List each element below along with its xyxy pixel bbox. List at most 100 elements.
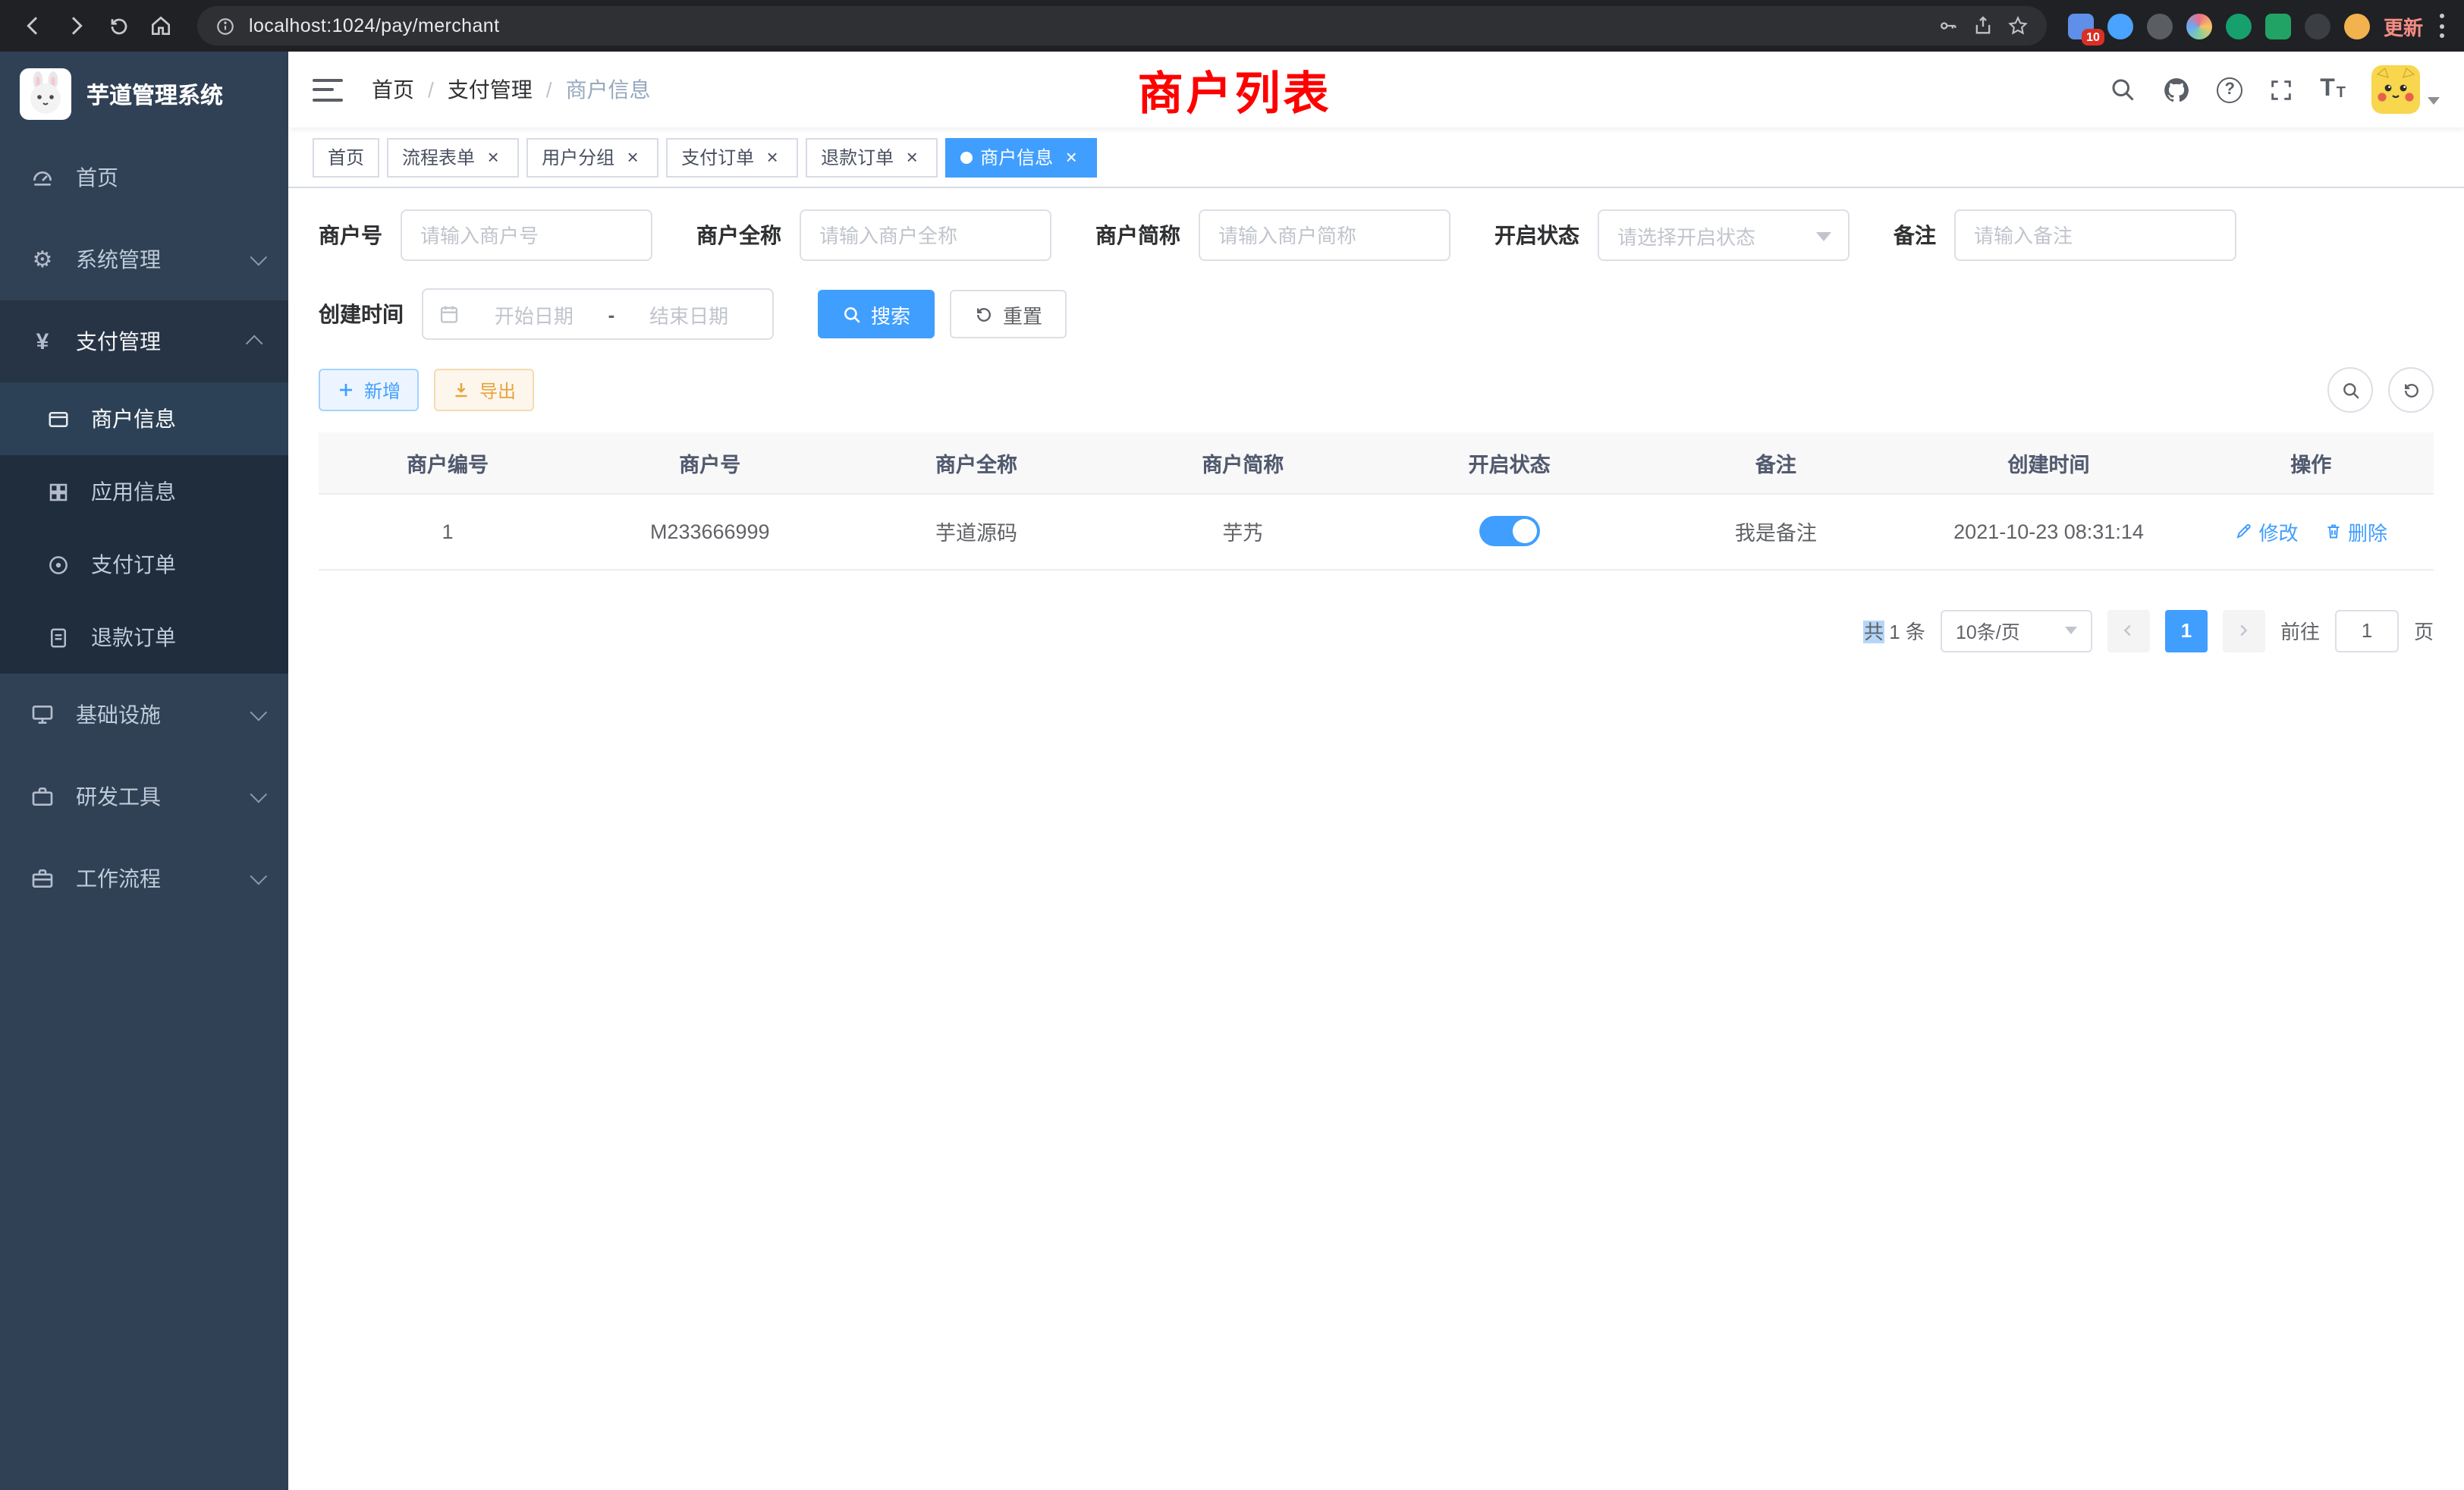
help-icon[interactable]: ? (2217, 77, 2242, 102)
goto-page-input[interactable] (2335, 609, 2399, 652)
page-number-1[interactable]: 1 (2165, 609, 2208, 652)
end-date-placeholder[interactable]: 结束日期 (621, 300, 757, 328)
pagination: 共 1 条 10条/页 1 前往 页 (319, 609, 2434, 652)
fullscreen-icon[interactable] (2268, 77, 2294, 102)
cell-merchant-no: M233666999 (577, 493, 843, 569)
sidebar-item-workflow[interactable]: 工作流程 (0, 838, 288, 919)
extension-icon-1[interactable]: 10 (2068, 13, 2094, 39)
trash-icon (2324, 522, 2342, 540)
delete-link[interactable]: 删除 (2324, 517, 2387, 545)
extension-icon-3[interactable] (2147, 13, 2173, 39)
search-button[interactable]: 搜索 (818, 290, 935, 338)
hamburger-icon[interactable] (313, 78, 343, 101)
sidebar-item-dev-tools[interactable]: 研发工具 (0, 756, 288, 838)
edit-link[interactable]: 修改 (2234, 517, 2298, 545)
column-header: 操作 (2189, 432, 2434, 493)
page-size-select[interactable]: 10条/页 (1941, 609, 2092, 652)
top-navbar: 首页 / 支付管理 / 商户信息 商户列表 ? (288, 52, 2464, 127)
document-icon (44, 626, 71, 649)
close-icon[interactable]: × (901, 146, 922, 168)
sidebar-item-system[interactable]: ⚙ 系统管理 (0, 218, 288, 300)
github-icon[interactable] (2162, 75, 2191, 104)
status-select[interactable]: 请选择开启状态 (1598, 209, 1850, 261)
reset-button[interactable]: 重置 (950, 290, 1067, 338)
browser-update-button[interactable]: 更新 (2384, 11, 2423, 40)
extension-icon-2[interactable] (2107, 13, 2133, 39)
remark-input[interactable] (1954, 209, 2236, 261)
next-page-button[interactable] (2223, 609, 2265, 652)
refresh-table-button[interactable] (2388, 367, 2434, 413)
sidebar-item-merchant-info[interactable]: 商户信息 (0, 382, 288, 455)
browser-menu-icon[interactable] (2440, 14, 2446, 38)
tab-user-group[interactable]: 用户分组 × (526, 137, 658, 177)
extension-icon-4[interactable] (2186, 13, 2212, 39)
merchant-no-input[interactable] (401, 209, 652, 261)
browser-home-icon[interactable] (140, 5, 182, 47)
tab-merchant-info[interactable]: 商户信息 × (945, 137, 1097, 177)
payment-submenu: 商户信息 应用信息 支付订单 (0, 382, 288, 674)
browser-reload-icon[interactable] (97, 5, 140, 47)
extension-icon-7[interactable] (2305, 13, 2330, 39)
start-date-placeholder[interactable]: 开始日期 (466, 300, 602, 328)
tab-pay-order[interactable]: 支付订单 × (666, 137, 798, 177)
extension-icon-6[interactable] (2265, 13, 2291, 39)
share-icon[interactable] (1972, 15, 1994, 36)
table-header-row: 商户编号 商户号 商户全称 商户简称 开启状态 备注 创建时间 操作 (319, 432, 2434, 493)
close-icon[interactable]: × (482, 146, 504, 168)
column-header: 商户编号 (319, 432, 577, 493)
close-icon[interactable]: × (622, 146, 643, 168)
filter-merchant-no: 商户号 (319, 209, 652, 261)
short-name-input[interactable] (1199, 209, 1450, 261)
user-avatar[interactable] (2371, 65, 2440, 114)
sidebar-item-pay-order[interactable]: 支付订单 (0, 528, 288, 601)
full-name-input[interactable] (800, 209, 1051, 261)
search-icon[interactable] (2109, 76, 2136, 103)
cell-short-name: 芋艿 (1110, 493, 1376, 569)
sidebar-item-home[interactable]: 首页 (0, 137, 288, 218)
breadcrumb-payment[interactable]: 支付管理 (448, 74, 533, 105)
bank-card-icon (44, 407, 71, 430)
column-header: 商户简称 (1110, 432, 1376, 493)
plus-icon (337, 381, 355, 399)
tab-refund-order[interactable]: 退款订单 × (806, 137, 938, 177)
briefcase-icon (29, 866, 56, 891)
breadcrumb-home[interactable]: 首页 (372, 74, 414, 105)
download-icon (452, 381, 470, 399)
sidebar-item-app-info[interactable]: 应用信息 (0, 455, 288, 528)
filter-row-1: 商户号 商户全称 商户简称 开启状态 请选择开启状态 (319, 209, 2434, 261)
tab-process-form[interactable]: 流程表单 × (387, 137, 519, 177)
export-button[interactable]: 导出 (434, 369, 534, 411)
browser-toolbar: localhost:1024/pay/merchant 10 更新 (0, 0, 2464, 52)
sidebar-item-label: 首页 (76, 162, 118, 193)
status-toggle[interactable] (1479, 516, 1540, 546)
goto-label: 前往 (2280, 616, 2320, 645)
chevron-down-icon (250, 704, 268, 721)
browser-back-icon[interactable] (12, 5, 55, 47)
app-logo[interactable]: 芋道管理系统 (0, 52, 288, 137)
extension-icon-5[interactable] (2226, 13, 2252, 39)
range-separator: - (608, 303, 615, 325)
browser-forward-icon[interactable] (55, 5, 97, 47)
sidebar-item-refund-order[interactable]: 退款订单 (0, 601, 288, 674)
sidebar-item-label: 工作流程 (76, 863, 161, 894)
create-time-range-picker[interactable]: 开始日期 - 结束日期 (422, 288, 774, 340)
close-icon[interactable]: × (762, 146, 783, 168)
font-size-icon[interactable]: TT (2320, 77, 2346, 102)
filter-row-2: 创建时间 开始日期 - 结束日期 搜索 (319, 288, 2434, 340)
filter-label: 备注 (1894, 220, 1936, 250)
close-icon[interactable]: × (1061, 146, 1082, 168)
bookmark-star-icon[interactable] (2007, 15, 2029, 36)
page-unit-label: 页 (2414, 616, 2434, 645)
address-bar[interactable]: localhost:1024/pay/merchant (197, 6, 2047, 46)
tab-home[interactable]: 首页 (313, 137, 379, 177)
prev-page-button[interactable] (2107, 609, 2150, 652)
profile-avatar-icon[interactable] (2344, 13, 2370, 39)
toggle-search-button[interactable] (2327, 367, 2373, 413)
gear-icon: ⚙ (29, 248, 56, 271)
breadcrumb-separator: / (546, 77, 552, 102)
add-button[interactable]: 新增 (319, 369, 419, 411)
sidebar-item-infrastructure[interactable]: 基础设施 (0, 674, 288, 756)
sidebar-item-payment[interactable]: ¥ 支付管理 (0, 300, 288, 382)
password-key-icon[interactable] (1938, 15, 1959, 36)
site-info-icon[interactable] (215, 16, 235, 36)
